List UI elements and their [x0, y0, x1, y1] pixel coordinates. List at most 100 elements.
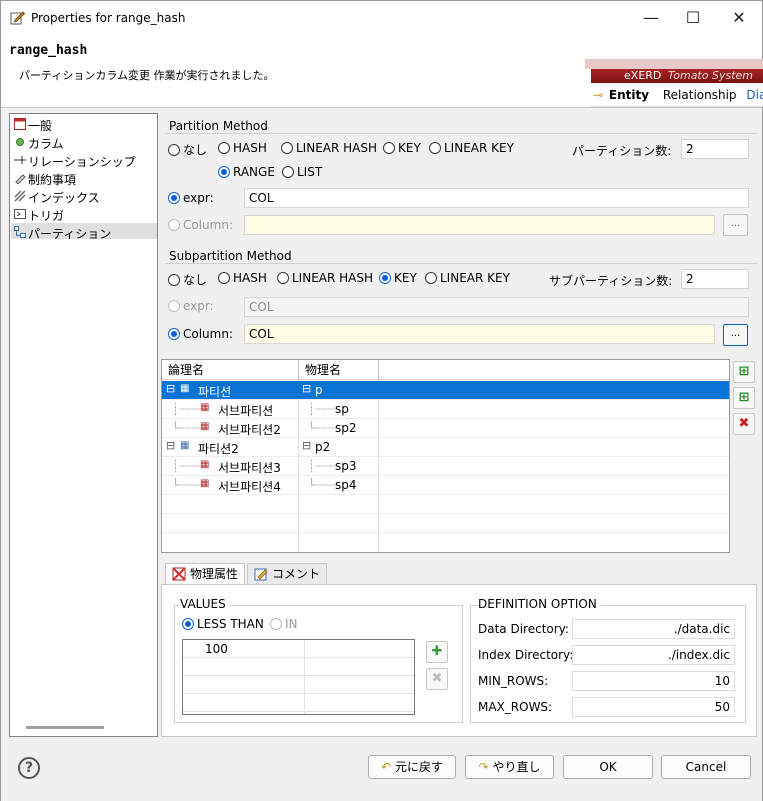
subpartition-key-radio[interactable]: KEY [379, 271, 417, 285]
index-directory-input[interactable]: ./index.dic [572, 645, 735, 665]
values-table[interactable]: 100 [182, 639, 415, 715]
properties-dialog: Properties for range_hash — ☐ ✕ range_ha… [0, 0, 763, 801]
header-separator [1, 107, 762, 108]
tree-item-triggers-label: トリガ [28, 209, 65, 223]
dialog-footer: ? ↶ 元に戻す ↷ やり直し OK Cancel [1, 743, 762, 801]
table-row[interactable]: ┊┈┈┈ ▦ 서브파티션 ┊┈┈┈ sp [162, 400, 729, 419]
column-header-physical-name[interactable]: 物理名 [299, 360, 379, 380]
tree-item-triggers[interactable]: トリガ [14, 207, 65, 224]
add-subpartition-button[interactable]: ⊞ [733, 387, 755, 409]
remove-value-button[interactable]: ✖ [426, 668, 448, 690]
tree-item-partitions[interactable]: パーティション [14, 225, 111, 242]
subpartition-count-input[interactable]: 2 [681, 269, 749, 289]
partition-list-label: LIST [297, 165, 323, 179]
property-page-tree[interactable]: 一般 カラム リレーションシップ 制約事項 インデックス トリガ パーティション [9, 113, 158, 737]
data-directory-label: Data Directory: [478, 622, 569, 636]
tree-item-relationships[interactable]: リレーションシップ [14, 153, 136, 170]
partition-range-radio[interactable]: RANGE [218, 165, 275, 179]
tree-item-general-label: 一般 [28, 119, 53, 133]
column-dot-icon [14, 136, 26, 148]
delete-partition-button[interactable]: ✖ [733, 413, 755, 435]
horizontal-scrollbar[interactable] [26, 726, 104, 729]
tree-item-columns[interactable]: カラム [16, 135, 64, 152]
table-row[interactable] [183, 694, 414, 712]
tree-item-constraints[interactable]: 制約事項 [15, 171, 76, 188]
revert-button[interactable]: ↶ 元に戻す [368, 755, 456, 779]
subpartition-none-radio[interactable]: なし [168, 271, 207, 288]
table-row[interactable]: └┈┈┈ ▦ 서브파티션2 └┈┈┈ sp2 [162, 419, 729, 438]
partition-count-input[interactable]: 2 [681, 139, 749, 159]
banner-tab-entity: Entity [608, 88, 650, 102]
table-row[interactable]: ⊟ ▦ 파티션2 ⊟ p2 [162, 438, 729, 457]
ok-button[interactable]: OK [563, 755, 653, 779]
radio-indicator [383, 142, 395, 154]
radio-indicator [425, 272, 437, 284]
tree-connector: └┈┈┈ [172, 421, 201, 435]
table-row[interactable]: └┈┈┈ ▦ 서브파티션4 └┈┈┈ sp4 [162, 476, 729, 495]
tree-connector: └┈┈┈ [172, 478, 201, 492]
partition-list-radio[interactable]: LIST [282, 165, 322, 179]
radio-indicator [168, 219, 180, 231]
table-row[interactable]: ⊟ ▦ 파티션 ⊟ p [162, 381, 729, 400]
table-row[interactable] [162, 514, 729, 533]
dialog-heading: range_hash [9, 43, 88, 58]
partition-column-browse-button[interactable]: ... [723, 214, 748, 236]
partition-linear-key-radio[interactable]: LINEAR KEY [429, 141, 514, 155]
in-label: IN [285, 617, 298, 631]
table-row[interactable]: 100 [183, 640, 414, 658]
subpartition-linear-key-radio[interactable]: LINEAR KEY [425, 271, 510, 285]
add-partition-button[interactable]: ⊞ [733, 361, 755, 383]
subpartition-column-radio[interactable]: Column: [168, 327, 233, 341]
in-radio[interactable]: IN [270, 617, 298, 631]
subpartition-column-input[interactable]: COL [244, 324, 715, 344]
table-row[interactable]: ┊┈┈┈ ▦ 서브파티션3 ┊┈┈┈ sp3 [162, 457, 729, 476]
tree-connector: ┊┈┈┈ [308, 459, 337, 473]
maximize-button[interactable]: ☐ [673, 7, 713, 29]
partition-node-icon: ▦ [180, 383, 190, 394]
add-value-button[interactable]: ✚ [426, 641, 448, 663]
partition-column-radio[interactable]: Column: [168, 218, 233, 232]
tab-comment[interactable]: コメント [247, 563, 328, 585]
tab-physical-attributes[interactable]: 物理属性 [165, 563, 246, 585]
row-physical-name: sp4 [335, 478, 357, 492]
close-button[interactable]: ✕ [719, 7, 759, 29]
subpartition-method-group [165, 263, 757, 264]
partition-column-input[interactable] [244, 215, 715, 235]
tree-connector: ┊┈┈┈ [172, 402, 201, 416]
plus-icon: ✚ [431, 644, 443, 659]
subpartition-linear-hash-radio[interactable]: LINEAR HASH [277, 271, 373, 285]
value-cell[interactable]: 100 [205, 642, 228, 656]
subpartition-hash-radio[interactable]: HASH [218, 271, 267, 285]
max-rows-input[interactable]: 50 [572, 697, 735, 717]
data-directory-input[interactable]: ./data.dic [572, 619, 735, 639]
partition-none-radio[interactable]: なし [168, 141, 207, 158]
partition-expr-input[interactable]: COL [244, 188, 749, 208]
minimize-button[interactable]: — [631, 7, 671, 29]
column-header-logical-name[interactable]: 論理名 [162, 360, 299, 380]
radio-indicator [429, 142, 441, 154]
table-row[interactable] [162, 495, 729, 514]
tree-item-indexes[interactable]: インデックス [14, 189, 100, 206]
redo-button[interactable]: ↷ やり直し [465, 755, 554, 779]
partition-expr-radio[interactable]: expr: [168, 191, 214, 205]
table-row[interactable] [183, 658, 414, 676]
row-logical-name: 파티션2 [198, 442, 239, 456]
partition-tree-grid[interactable]: 論理名 物理名 ⊟ ▦ 파티션 ⊟ p ┊┈┈┈ ▦ 서브파티션 ┊┈┈┈ sp… [161, 359, 730, 553]
tree-item-general[interactable]: 一般 [14, 117, 53, 134]
partition-key-radio[interactable]: KEY [383, 141, 421, 155]
cancel-button[interactable]: Cancel [661, 755, 751, 779]
table-row[interactable] [183, 676, 414, 694]
partition-linear-hash-radio[interactable]: LINEAR HASH [281, 141, 377, 155]
max-rows-label: MAX_ROWS: [478, 700, 553, 714]
subpartition-expr-radio[interactable]: expr: [168, 299, 214, 313]
subpartition-column-browse-button[interactable]: ... [723, 324, 748, 346]
radio-indicator [379, 272, 391, 284]
subpartition-expr-input[interactable]: COL [244, 297, 749, 317]
subpartition-key-label: KEY [394, 271, 417, 285]
less-than-radio[interactable]: LESS THAN [182, 617, 264, 631]
min-rows-input[interactable]: 10 [572, 671, 735, 691]
partition-hash-radio[interactable]: HASH [218, 141, 267, 155]
physical-attributes-icon [172, 567, 186, 581]
help-button[interactable]: ? [18, 757, 40, 779]
subpartition-node-icon: ▦ [200, 478, 210, 489]
